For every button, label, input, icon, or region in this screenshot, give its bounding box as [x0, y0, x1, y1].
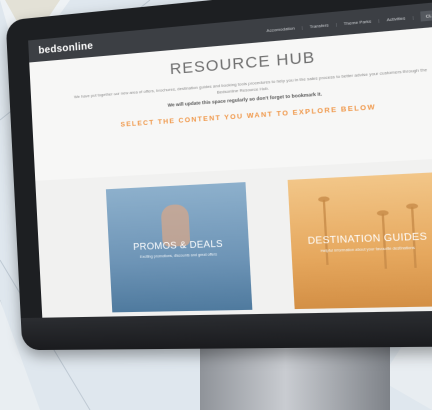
card-destination-guides[interactable]: DESTINATION GUIDES Helpful information a…	[287, 171, 432, 310]
client-login-button[interactable]: CLIENT LOGIN	[420, 6, 432, 21]
page: { "site": { "logo": "bedsonline" }, "nav…	[0, 0, 432, 410]
screen: bedsonline Accomodation | Transfers | Th…	[28, 0, 432, 318]
nav-link-transfers[interactable]: Transfers	[309, 22, 328, 29]
card-subtitle: Exciting promotions, discounts and great…	[139, 252, 218, 260]
monitor: bedsonline Accomodation | Transfers | Th…	[5, 0, 432, 351]
monitor-stand	[200, 340, 390, 410]
nav-links: Accomodation | Transfers | Theme Parks |…	[266, 6, 432, 35]
nav-link-accomodation[interactable]: Accomodation	[266, 25, 295, 33]
card-title: PROMOS & DEALS	[132, 238, 224, 252]
card-subtitle: Helpful information about your favourite…	[320, 245, 415, 254]
nav-link-activities[interactable]: Activities	[386, 15, 405, 22]
site-logo[interactable]: bedsonline	[38, 40, 93, 56]
card-title: DESTINATION GUIDES	[307, 230, 428, 247]
content-cards: PROMOS & DEALS Exciting promotions, disc…	[35, 156, 432, 318]
nav-link-theme-parks[interactable]: Theme Parks	[343, 18, 371, 26]
palm-tree-icon	[322, 199, 329, 265]
card-promos-deals[interactable]: PROMOS & DEALS Exciting promotions, disc…	[105, 182, 253, 313]
